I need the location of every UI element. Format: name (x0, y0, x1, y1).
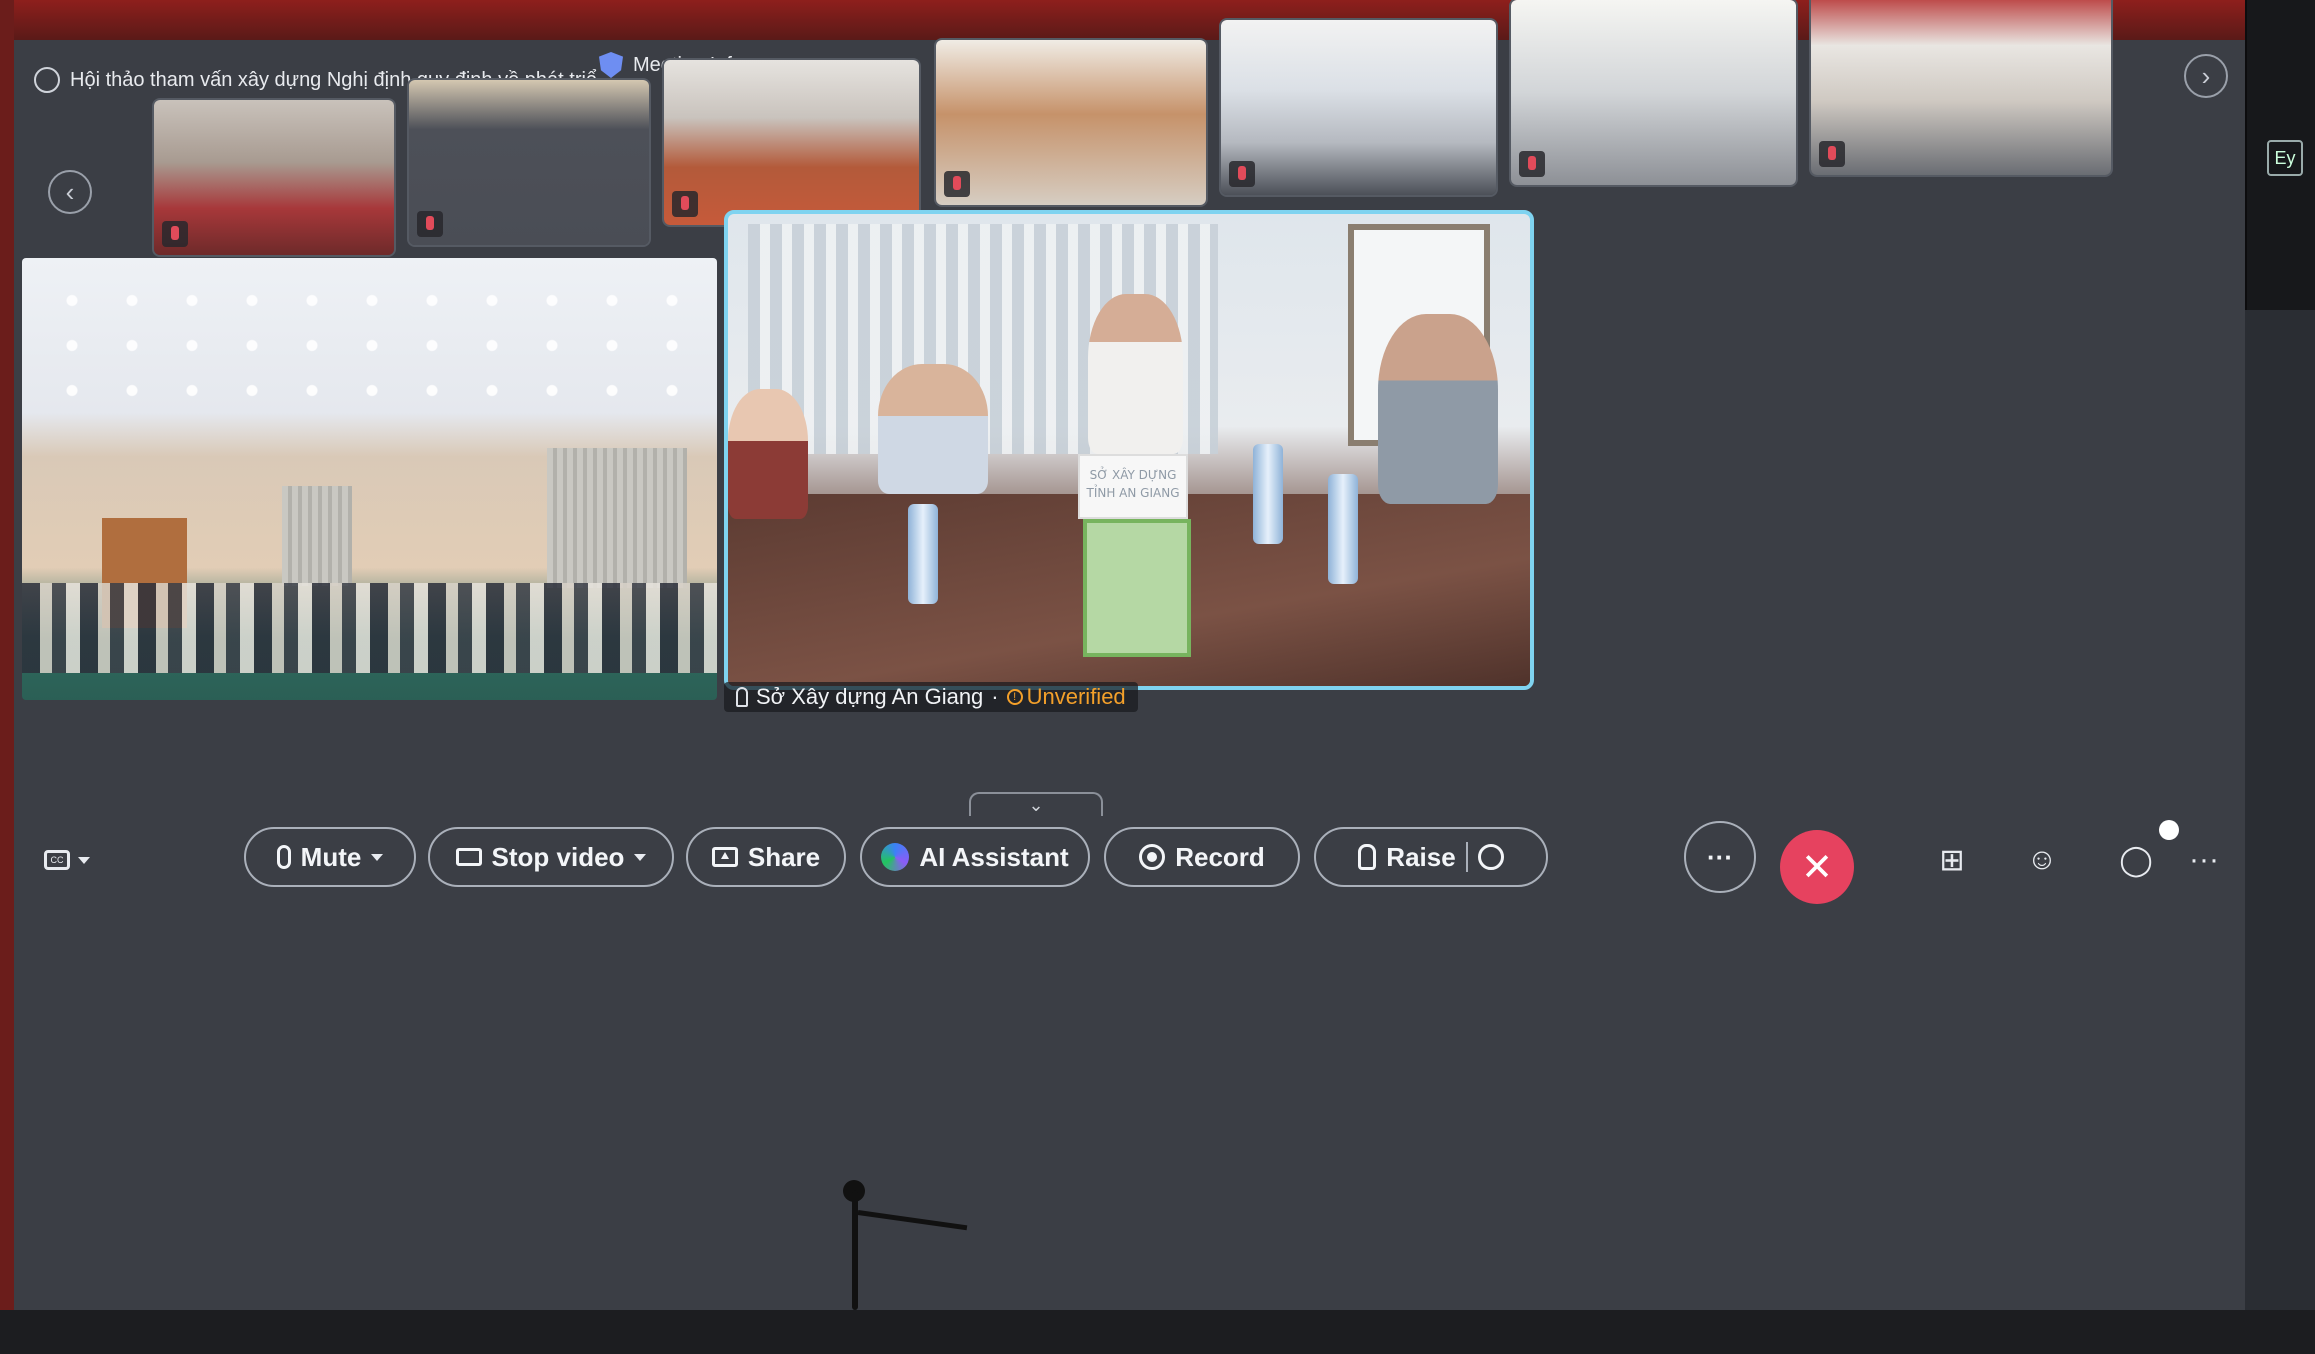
apps-icon: ⊞ (1939, 843, 1965, 877)
ai-assistant-label: AI Assistant (919, 841, 1069, 872)
participant-figure (1378, 314, 1498, 504)
mute-label: Mute (300, 841, 362, 872)
participant-figure (728, 389, 808, 519)
raise-hand-button[interactable]: Raise (1314, 827, 1548, 887)
hall-curtain (282, 486, 352, 586)
more-icon: ··· (2189, 843, 2219, 876)
apps-button[interactable]: ⊞ (1932, 840, 1972, 880)
share-button[interactable]: Share (686, 827, 846, 887)
camera-icon (455, 848, 482, 866)
raise-hand-icon (1358, 844, 1377, 870)
stop-video-button[interactable]: Stop video (428, 827, 674, 887)
captions-button[interactable]: CC (44, 850, 90, 870)
ai-assistant-button[interactable]: AI Assistant (860, 827, 1090, 887)
meeting-window: Hội thảo tham vấn xây dựng Nghị định quy… (14, 0, 2245, 1310)
participant-thumbnail[interactable] (936, 40, 1206, 205)
speaker-name: Sở Xây dựng An Giang (756, 684, 984, 709)
chevron-down-icon (78, 856, 90, 864)
meeting-toolbar: CC Mute Stop video Share AI Assistant Re… (14, 810, 2245, 910)
globe-icon (34, 67, 60, 93)
record-button[interactable]: Record (1104, 827, 1300, 887)
video-tile-active-speaker[interactable]: SỞ XÂY DỰNG TỈNH AN GIANG (724, 210, 1534, 690)
water-bottle (1253, 444, 1283, 544)
raise-label: Raise (1386, 841, 1456, 872)
ai-assistant-icon (881, 843, 910, 871)
thumbnails-prev-button[interactable]: ‹ (48, 170, 92, 214)
thumbnails-next-button[interactable]: › (2184, 54, 2228, 98)
leave-meeting-button[interactable]: ✕ (1780, 830, 1854, 904)
share-screen-icon (711, 847, 738, 867)
separator: · (991, 684, 999, 709)
frame-bottom (0, 1310, 2315, 1354)
desk-microphone-stand (852, 1190, 858, 1310)
mic-muted-icon (417, 211, 443, 237)
chevron-down-icon (634, 853, 647, 861)
unverified-badge: ! Unverified (1006, 684, 1126, 710)
mic-muted-icon (672, 191, 698, 217)
mic-muted-icon (162, 221, 188, 247)
mic-muted-icon (1519, 151, 1545, 177)
more-menu-button[interactable]: ··· (2184, 840, 2224, 880)
chevron-down-icon (371, 853, 384, 861)
participant-thumbnail[interactable] (409, 80, 649, 245)
side-device: Ey (2245, 0, 2315, 310)
microphone-icon (276, 845, 291, 869)
captions-icon: CC (44, 850, 70, 870)
participant-thumbnail[interactable] (154, 100, 394, 255)
record-icon (1139, 844, 1166, 870)
chevron-right-icon: › (2201, 60, 2211, 91)
video-tile-conference-hall[interactable] (22, 258, 717, 700)
unverified-label: Unverified (1026, 684, 1126, 709)
podium-box (1083, 519, 1191, 657)
mic-muted-icon (944, 171, 970, 197)
mic-muted-icon (1229, 161, 1255, 187)
chat-button[interactable]: ◯ (2116, 840, 2156, 880)
record-label: Record (1175, 841, 1265, 872)
participant-figure (1088, 294, 1183, 454)
share-label: Share (747, 841, 821, 872)
audience (22, 583, 717, 673)
participant-thumbnail[interactable] (1511, 0, 1796, 185)
close-icon: ✕ (1801, 846, 1833, 889)
ceiling-lights (42, 278, 692, 418)
notification-dot (2159, 820, 2179, 840)
more-icon: ··· (1707, 841, 1733, 872)
mute-button[interactable]: Mute (244, 827, 416, 887)
frame-left (0, 0, 14, 1354)
participant-thumbnail[interactable] (1811, 0, 2111, 175)
water-bottle (1328, 474, 1358, 584)
stop-video-label: Stop video (491, 841, 625, 872)
participant-thumbnail[interactable] (664, 60, 919, 225)
chevron-left-icon: ‹ (65, 176, 75, 207)
more-options-button[interactable]: ··· (1684, 821, 1756, 893)
participants-button[interactable]: ☺ (2022, 840, 2062, 880)
hall-curtain (547, 448, 687, 588)
participant-figure (878, 364, 988, 494)
reactions-icon (1477, 844, 1504, 870)
participant-thumbnail[interactable] (1221, 20, 1496, 195)
speaker-name-label: Sở Xây dựng An Giang · ! Unverified (724, 682, 1138, 712)
table-nameplate: SỞ XÂY DỰNG TỈNH AN GIANG (1078, 454, 1188, 519)
microphone-icon (736, 687, 748, 707)
water-bottle (908, 504, 938, 604)
warning-icon: ! (1006, 689, 1023, 705)
mic-muted-icon (1819, 141, 1845, 167)
device-label: Ey (2267, 140, 2303, 176)
participants-icon: ☺ (2026, 843, 2058, 876)
divider (1465, 842, 1468, 872)
chat-icon: ◯ (2119, 843, 2153, 877)
